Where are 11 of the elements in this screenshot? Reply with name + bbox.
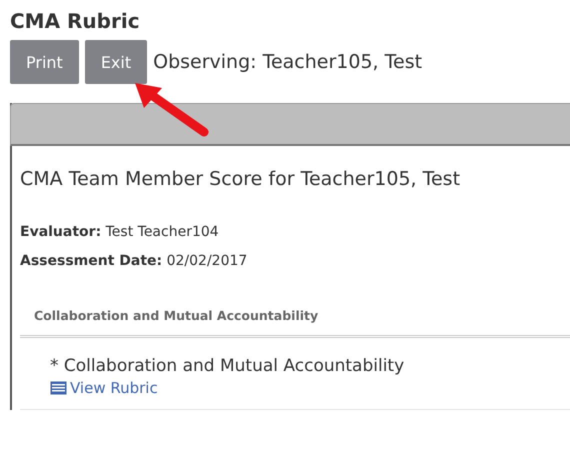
print-button[interactable]: Print: [10, 40, 79, 84]
view-rubric-link[interactable]: View Rubric: [50, 379, 158, 397]
page-title: CMA Rubric: [10, 8, 141, 35]
exit-button[interactable]: Exit: [84, 40, 148, 84]
criterion-title: * Collaboration and Mutual Accountability: [50, 356, 406, 376]
detail-line: Evaluator: Test Teacher104: [20, 223, 220, 242]
observing-label: Observing: Teacher105, Test: [153, 51, 422, 73]
score-title: CMA Team Member Score for Teacher105, Test: [20, 168, 462, 190]
detail-line: Assessment Date: 02/02/2017: [20, 252, 248, 271]
list-icon: [50, 381, 67, 395]
section-header: Collaboration and Mutual Accountability: [20, 308, 570, 338]
